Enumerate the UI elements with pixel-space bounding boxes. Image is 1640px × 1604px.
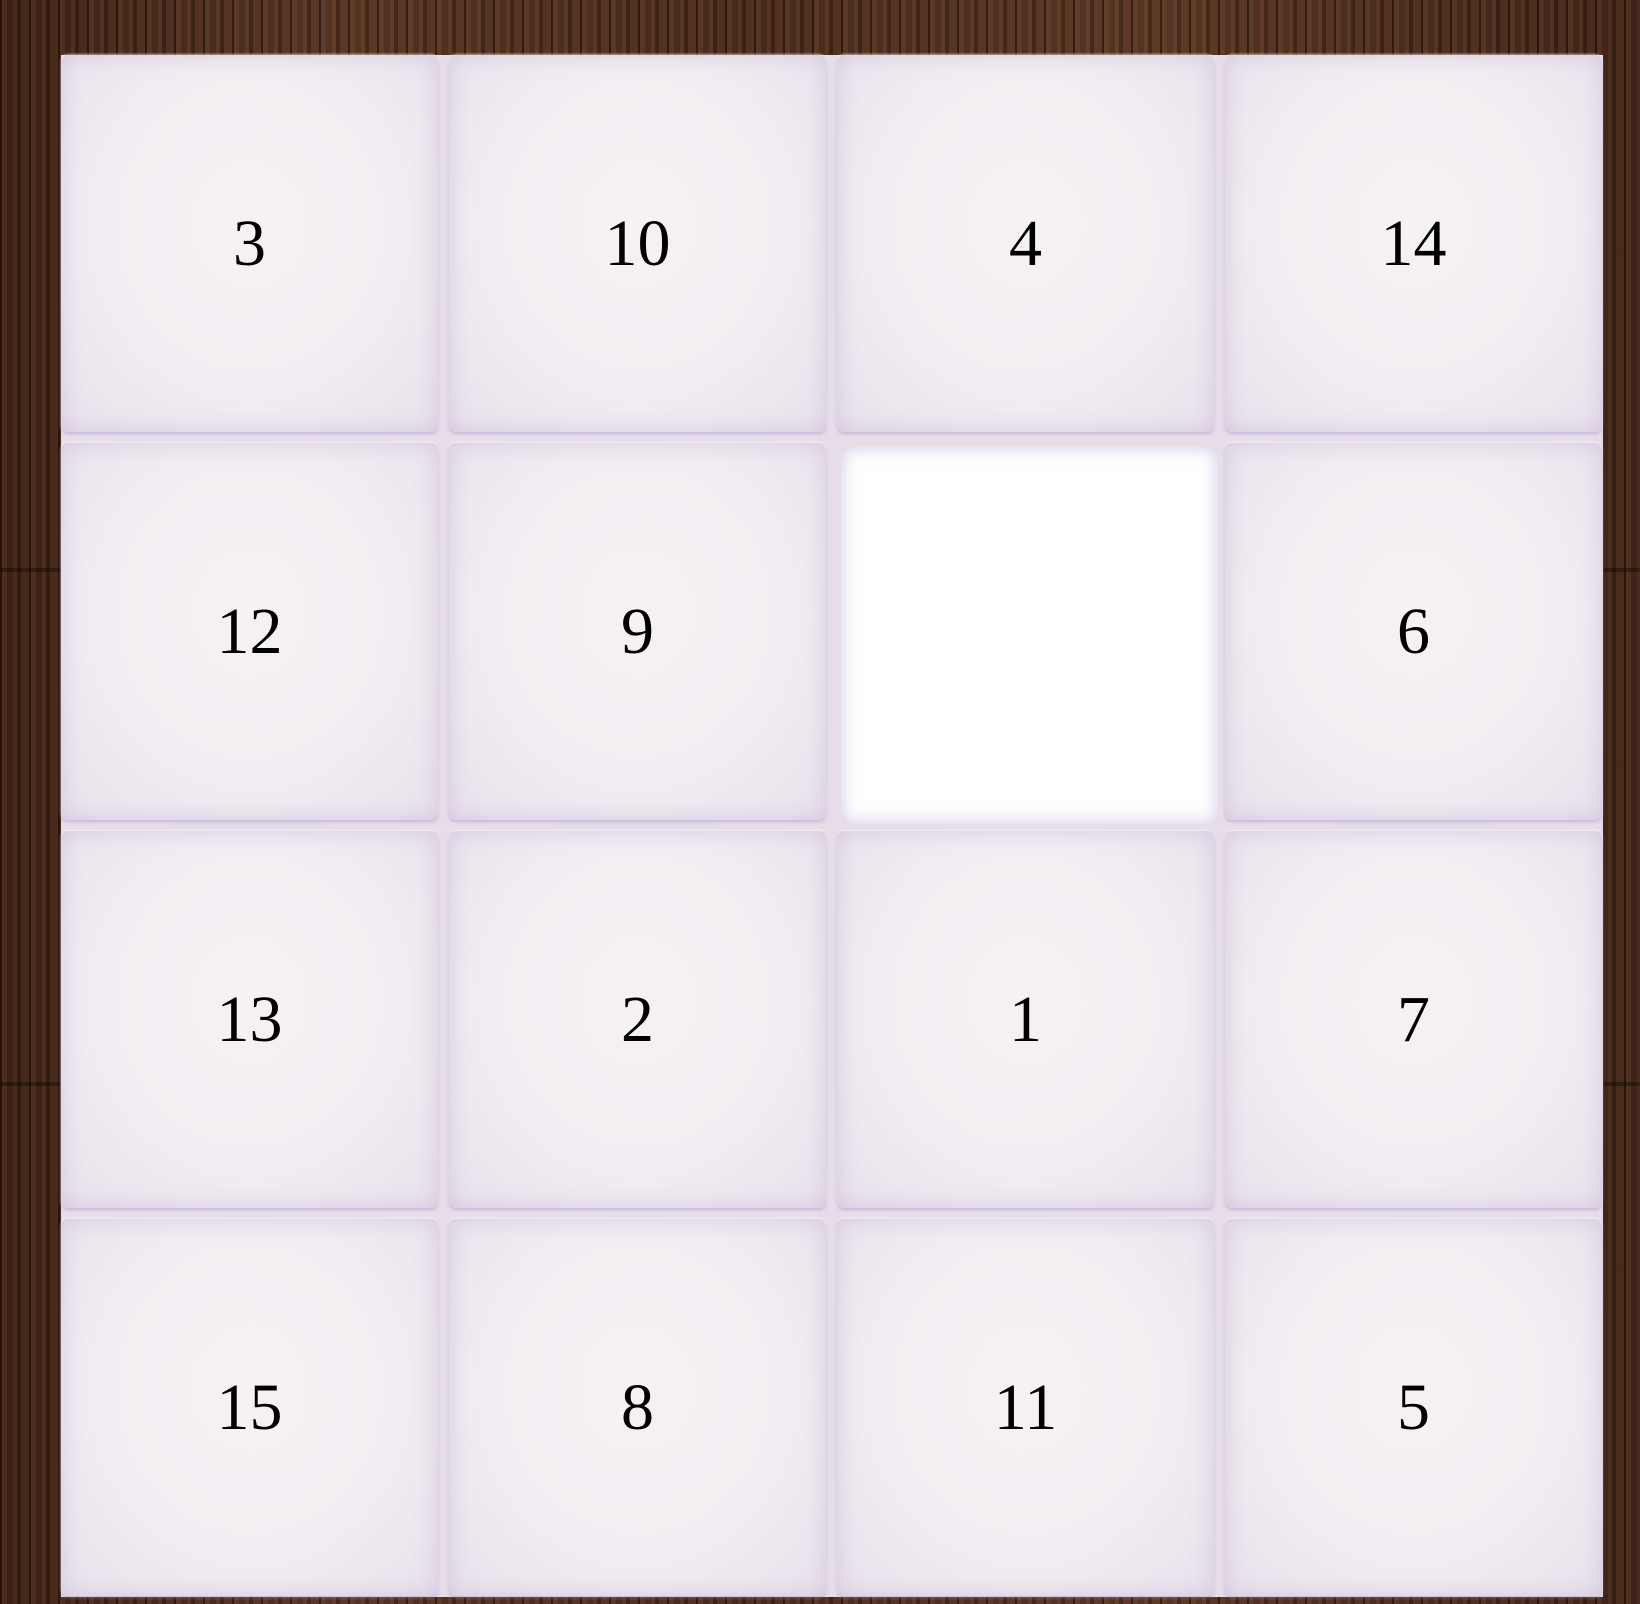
empty-slot bbox=[841, 447, 1218, 824]
puzzle-tile-14[interactable]: 14 bbox=[1225, 55, 1602, 432]
tile-number: 8 bbox=[621, 1370, 654, 1444]
puzzle-tile-8[interactable]: 8 bbox=[449, 1219, 826, 1596]
puzzle-tile-1[interactable]: 1 bbox=[837, 831, 1214, 1208]
tile-number: 10 bbox=[604, 206, 671, 280]
tile-number: 1 bbox=[1009, 982, 1042, 1056]
tile-number: 11 bbox=[993, 1370, 1058, 1444]
tile-number: 3 bbox=[233, 206, 266, 280]
tile-number: 15 bbox=[216, 1370, 283, 1444]
puzzle-board: 3 10 4 14 12 9 6 13 2 1 7 15 8 11 5 bbox=[61, 55, 1603, 1597]
puzzle-tile-2[interactable]: 2 bbox=[449, 831, 826, 1208]
tile-number: 4 bbox=[1009, 206, 1042, 280]
puzzle-tile-11[interactable]: 11 bbox=[837, 1219, 1214, 1596]
tile-number: 9 bbox=[621, 594, 654, 668]
puzzle-tile-5[interactable]: 5 bbox=[1225, 1219, 1602, 1596]
tile-number: 5 bbox=[1397, 1370, 1430, 1444]
puzzle-tile-4[interactable]: 4 bbox=[837, 55, 1214, 432]
tile-number: 7 bbox=[1397, 982, 1430, 1056]
puzzle-tile-15[interactable]: 15 bbox=[61, 1219, 438, 1596]
puzzle-tile-3[interactable]: 3 bbox=[61, 55, 438, 432]
tile-number: 14 bbox=[1380, 206, 1447, 280]
tile-number: 13 bbox=[216, 982, 283, 1056]
puzzle-tile-10[interactable]: 10 bbox=[449, 55, 826, 432]
puzzle-tile-13[interactable]: 13 bbox=[61, 831, 438, 1208]
tile-number: 12 bbox=[216, 594, 283, 668]
tile-number: 2 bbox=[621, 982, 654, 1056]
puzzle-tile-9[interactable]: 9 bbox=[449, 443, 826, 820]
puzzle-tile-12[interactable]: 12 bbox=[61, 443, 438, 820]
tile-number: 6 bbox=[1397, 594, 1430, 668]
puzzle-tile-7[interactable]: 7 bbox=[1225, 831, 1602, 1208]
puzzle-tile-6[interactable]: 6 bbox=[1225, 443, 1602, 820]
